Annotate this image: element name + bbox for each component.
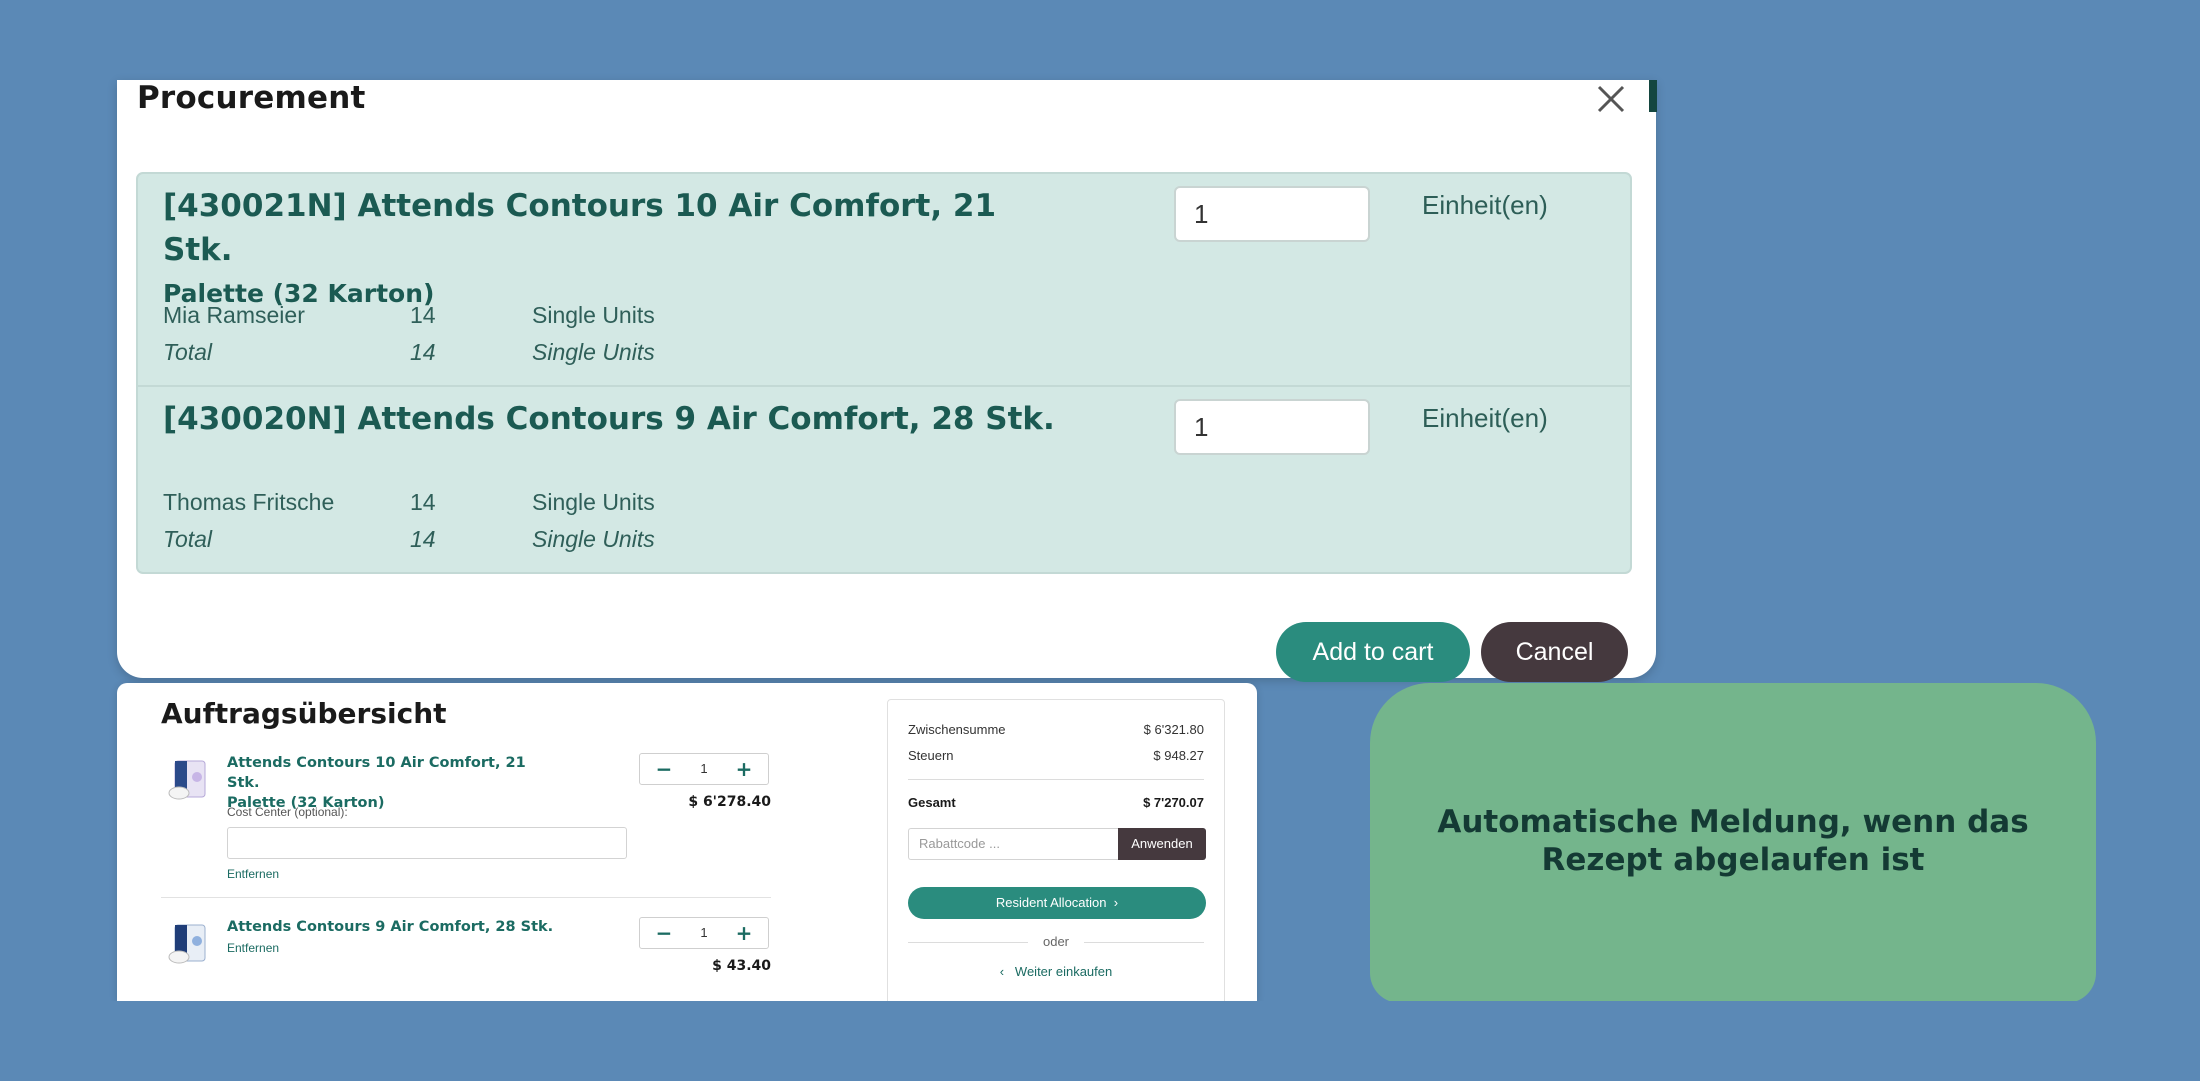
summary-divider bbox=[908, 779, 1204, 780]
modal-edge-accent bbox=[1649, 80, 1657, 112]
quantity-input[interactable]: 1 bbox=[1174, 399, 1370, 455]
product-thumbnail-icon bbox=[168, 760, 206, 800]
or-separator: oder bbox=[908, 934, 1204, 950]
product-title: [430020N] Attends Contours 9 Air Comfort… bbox=[163, 401, 1055, 437]
allocation-unit: Single Units bbox=[532, 302, 655, 328]
cancel-button[interactable]: Cancel bbox=[1481, 622, 1628, 682]
resident-allocation-label: Resident Allocation bbox=[995, 895, 1107, 910]
unit-label: Einheit(en) bbox=[1422, 190, 1548, 220]
total-label: Gesamt bbox=[908, 795, 956, 810]
allocation-qty: 14 bbox=[410, 302, 436, 328]
product-thumbnail-icon bbox=[168, 924, 206, 964]
product-title: [430021N] Attends Contours 10 Air Comfor… bbox=[163, 188, 997, 268]
product-name: [430020N] Attends Contours 9 Air Comfort… bbox=[163, 397, 1063, 441]
continue-shopping-link[interactable]: ‹ Weiter einkaufen bbox=[908, 964, 1204, 979]
remove-link[interactable]: Entfernen bbox=[227, 941, 279, 955]
subtotal-label: Zwischensumme bbox=[908, 722, 1006, 737]
order-item-price: $ 6'278.40 bbox=[688, 794, 771, 810]
allocation-unit: Single Units bbox=[532, 489, 655, 515]
quantity-value[interactable]: 1 bbox=[680, 918, 728, 948]
notice-text: Automatische Meldung, wenn das Rezept ab… bbox=[1370, 803, 2096, 879]
cost-center-input[interactable] bbox=[227, 827, 627, 859]
resident-name: Mia Ramseier bbox=[163, 302, 305, 328]
order-item-price: $ 43.40 bbox=[712, 958, 771, 974]
total-label: Total bbox=[163, 526, 213, 552]
notice-line-2: Rezept abgelaufen ist bbox=[1541, 842, 1925, 878]
modal-title: Procurement bbox=[137, 80, 366, 116]
order-item-name[interactable]: Attends Contours 9 Air Comfort, 28 Stk. bbox=[227, 917, 557, 937]
tax-value: $ 948.27 bbox=[1153, 748, 1204, 763]
total-unit: Single Units bbox=[532, 526, 655, 552]
coupon-input[interactable]: Rabattcode ... bbox=[908, 828, 1118, 860]
order-summary: Zwischensumme $ 6'321.80 Steuern $ 948.2… bbox=[887, 699, 1225, 1001]
unit-label: Einheit(en) bbox=[1422, 403, 1548, 433]
quantity-value[interactable]: 1 bbox=[680, 754, 728, 784]
quantity-stepper: − 1 + bbox=[639, 917, 769, 949]
close-icon[interactable] bbox=[1594, 82, 1628, 116]
minus-icon[interactable]: − bbox=[648, 918, 680, 948]
tax-label: Steuern bbox=[908, 748, 954, 763]
add-to-cart-button[interactable]: Add to cart bbox=[1276, 622, 1470, 682]
plus-icon[interactable]: + bbox=[728, 754, 760, 784]
apply-coupon-button[interactable]: Anwenden bbox=[1118, 828, 1206, 860]
order-item-name[interactable]: Attends Contours 10 Air Comfort, 21 Stk.… bbox=[227, 753, 557, 813]
total-value: $ 7'270.07 bbox=[1143, 795, 1204, 810]
total-qty: 14 bbox=[410, 339, 436, 365]
subtotal-value: $ 6'321.80 bbox=[1143, 722, 1204, 737]
cost-center-label: Cost Center (optional): bbox=[227, 805, 348, 819]
order-title: Auftragsübersicht bbox=[161, 697, 447, 730]
procurement-items-panel: [430021N] Attends Contours 10 Air Comfor… bbox=[136, 172, 1632, 574]
quantity-input[interactable]: 1 bbox=[1174, 186, 1370, 242]
quantity-stepper: − 1 + bbox=[639, 753, 769, 785]
expired-prescription-notice: Automatische Meldung, wenn das Rezept ab… bbox=[1370, 683, 2096, 1003]
chevron-right-icon: › bbox=[1110, 895, 1119, 910]
procurement-modal: Procurement [430021N] Attends Contours 1… bbox=[117, 80, 1656, 682]
remove-link[interactable]: Entfernen bbox=[227, 867, 279, 881]
product-name: [430021N] Attends Contours 10 Air Comfor… bbox=[163, 184, 1063, 316]
minus-icon[interactable]: − bbox=[648, 754, 680, 784]
allocation-qty: 14 bbox=[410, 489, 436, 515]
procurement-item: [430021N] Attends Contours 10 Air Comfor… bbox=[138, 174, 1630, 387]
chevron-left-icon: ‹ bbox=[999, 964, 1012, 979]
plus-icon[interactable]: + bbox=[728, 918, 760, 948]
total-qty: 14 bbox=[410, 526, 436, 552]
resident-allocation-button[interactable]: Resident Allocation › bbox=[908, 887, 1206, 919]
order-item-title: Attends Contours 10 Air Comfort, 21 Stk. bbox=[227, 755, 526, 791]
total-label: Total bbox=[163, 339, 213, 365]
resident-name: Thomas Fritsche bbox=[163, 489, 335, 515]
background-band bbox=[0, 1001, 2200, 1081]
item-divider bbox=[161, 897, 771, 898]
continue-shopping-label: Weiter einkaufen bbox=[1014, 964, 1113, 979]
order-overview-card: Auftragsübersicht Attends Contours 10 Ai… bbox=[117, 683, 1257, 1001]
procurement-item: [430020N] Attends Contours 9 Air Comfort… bbox=[138, 387, 1630, 572]
total-unit: Single Units bbox=[532, 339, 655, 365]
notice-line-1: Automatische Meldung, wenn das bbox=[1437, 804, 2029, 840]
